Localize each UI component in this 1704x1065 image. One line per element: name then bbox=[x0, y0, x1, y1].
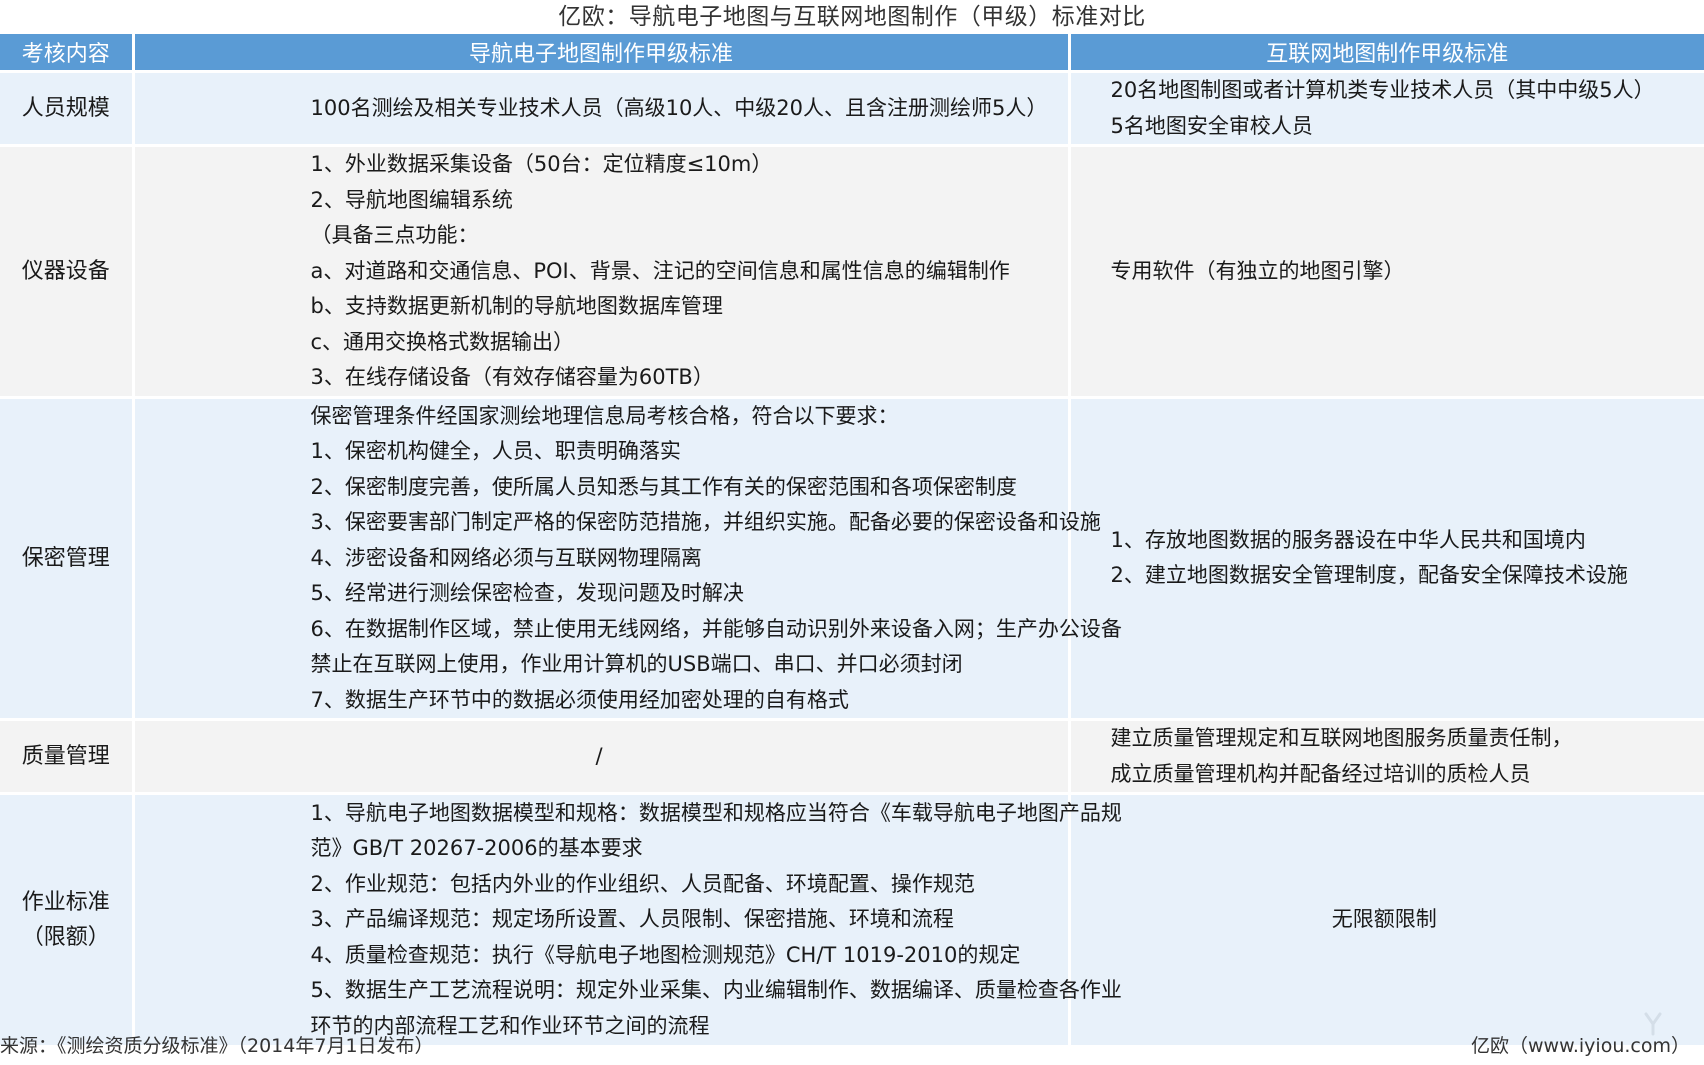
row-category: 质量管理 bbox=[0, 719, 135, 795]
category-line: 仪器设备 bbox=[21, 258, 110, 284]
web-line: 专用软件（有独立的地图引擎） bbox=[1110, 258, 1405, 283]
nav-line: 禁止在互联网上使用，作业用计算机的USB端口、串口、并口必须封闭 bbox=[310, 652, 963, 676]
table-row-quality: 质量管理 / 建立质量管理规定和互联网地图服务质量责任制， 成立质量管理机构并配… bbox=[0, 719, 1704, 795]
web-standard-cell: 20名地图制图或者计算机类专业技术人员（其中中级5人） 5名地图安全审校人员 bbox=[1069, 71, 1704, 147]
web-standard-cell: 无限额限制 bbox=[1069, 793, 1704, 1048]
nav-line: 2、作业规范：包括内外业的作业组织、人员配备、环境配置、操作规范 bbox=[310, 871, 975, 896]
nav-line: 5、经常进行测绘保密检查，发现问题及时解决 bbox=[310, 581, 744, 605]
category-line: 保密管理 bbox=[21, 545, 110, 571]
header-nav-standard: 导航电子地图制作甲级标准 bbox=[133, 34, 1071, 73]
nav-line: 1、导航电子地图数据模型和规格：数据模型和规格应当符合《车载导航电子地图产品规 bbox=[310, 800, 1122, 825]
nav-line: c、通用交换格式数据输出） bbox=[310, 329, 575, 354]
nav-line: （具备三点功能： bbox=[310, 223, 479, 247]
row-category: 人员规模 bbox=[0, 71, 135, 147]
table-row-equipment: 仪器设备 1、外业数据采集设备（50台：定位精度≤10m） 2、导航地图编辑系统… bbox=[0, 145, 1704, 399]
comparison-table: 考核内容 导航电子地图制作甲级标准 互联网地图制作甲级标准 人员规模 100名测… bbox=[0, 34, 1704, 1048]
nav-line: 100名测绘及相关专业技术人员（高级10人、中级20人、且含注册测绘师5人） bbox=[310, 95, 1048, 120]
nav-line: 1、外业数据采集设备（50台：定位精度≤10m） bbox=[310, 152, 773, 176]
table-row-work-standard: 作业标准 （限额） 1、导航电子地图数据模型和规格：数据模型和规格应当符合《车载… bbox=[0, 793, 1704, 1048]
nav-standard-cell: 1、外业数据采集设备（50台：定位精度≤10m） 2、导航地图编辑系统 （具备三… bbox=[133, 145, 1071, 399]
web-standard-cell: 专用软件（有独立的地图引擎） bbox=[1069, 145, 1704, 399]
nav-line: a、对道路和交通信息、POI、背景、注记的空间信息和属性信息的编辑制作 bbox=[310, 258, 1010, 283]
nav-line: 7、数据生产环节中的数据必须使用经加密处理的自有格式 bbox=[310, 687, 849, 712]
category-line: 人员规模 bbox=[21, 95, 110, 121]
nav-line: 3、产品编译规范：规定场所设置、人员限制、保密措施、环境和流程 bbox=[310, 907, 954, 932]
row-category: 仪器设备 bbox=[0, 145, 135, 399]
header-web-standard: 互联网地图制作甲级标准 bbox=[1069, 34, 1704, 73]
category-line: 作业标准 bbox=[21, 889, 110, 915]
category-line: 质量管理 bbox=[21, 743, 110, 769]
table-row-personnel: 人员规模 100名测绘及相关专业技术人员（高级10人、中级20人、且含注册测绘师… bbox=[0, 71, 1704, 147]
page: 亿欧：导航电子地图与互联网地图制作（甲级）标准对比 考核内容 导航电子地图制作甲… bbox=[0, 0, 1704, 1065]
web-line: 无限额限制 bbox=[1331, 907, 1437, 932]
nav-line: 4、涉密设备和网络必须与互联网物理隔离 bbox=[310, 545, 702, 570]
watermark-logo-icon bbox=[1644, 1012, 1662, 1036]
table-header-row: 考核内容 导航电子地图制作甲级标准 互联网地图制作甲级标准 bbox=[0, 34, 1704, 73]
nav-line: 3、保密要害部门制定严格的保密防范措施，并组织实施。配备必要的保密设备和设施 bbox=[310, 510, 1101, 534]
row-category: 保密管理 bbox=[0, 397, 135, 721]
web-standard-cell: 1、存放地图数据的服务器设在中华人民共和国境内 2、建立地图数据安全管理制度，配… bbox=[1069, 397, 1704, 721]
table-row-confidentiality: 保密管理 保密管理条件经国家测绘地理信息局考核合格，符合以下要求： 1、保密机构… bbox=[0, 397, 1704, 721]
nav-line: 2、导航地图编辑系统 bbox=[310, 187, 513, 212]
nav-line: / bbox=[595, 743, 603, 768]
source-note: 来源：《测绘资质分级标准》（2014年7月1日发布） bbox=[0, 1035, 434, 1057]
nav-line: 6、在数据制作区域，禁止使用无线网络，并能够自动识别外来设备入网；生产办公设备 bbox=[310, 616, 1122, 641]
nav-line: 4、质量检查规范：执行《导航电子地图检测规范》CH/T 1019-2010的规定 bbox=[310, 942, 1021, 967]
nav-line: b、支持数据更新机制的导航地图数据库管理 bbox=[310, 294, 723, 318]
nav-line: 2、保密制度完善，使所属人员知悉与其工作有关的保密范围和各项保密制度 bbox=[310, 474, 1017, 499]
nav-line: 保密管理条件经国家测绘地理信息局考核合格，符合以下要求： bbox=[310, 403, 899, 428]
web-line: 成立质量管理机构并配备经过培训的质检人员 bbox=[1110, 761, 1531, 786]
web-line: 1、存放地图数据的服务器设在中华人民共和国境内 bbox=[1110, 527, 1586, 552]
nav-line: 3、在线存储设备（有效存储容量为60TB） bbox=[310, 365, 714, 389]
nav-standard-cell: / bbox=[133, 719, 1071, 795]
web-line: 5名地图安全审校人员 bbox=[1110, 113, 1313, 138]
row-category: 作业标准 （限额） bbox=[0, 793, 135, 1048]
nav-line: 1、保密机构健全，人员、职责明确落实 bbox=[310, 439, 681, 463]
page-title: 亿欧：导航电子地图与互联网地图制作（甲级）标准对比 bbox=[558, 4, 1146, 30]
nav-standard-cell: 100名测绘及相关专业技术人员（高级10人、中级20人、且含注册测绘师5人） bbox=[133, 71, 1071, 147]
web-line: 2、建立地图数据安全管理制度，配备安全保障技术设施 bbox=[1110, 563, 1628, 588]
nav-standard-cell: 1、导航电子地图数据模型和规格：数据模型和规格应当符合《车载导航电子地图产品规 … bbox=[133, 793, 1122, 1048]
web-standard-cell: 建立质量管理规定和互联网地图服务质量责任制， 成立质量管理机构并配备经过培训的质… bbox=[1069, 719, 1704, 795]
nav-line: 5、数据生产工艺流程说明：规定外业采集、内业编辑制作、数据编译、质量检查各作业 bbox=[310, 978, 1122, 1003]
nav-standard-cell: 保密管理条件经国家测绘地理信息局考核合格，符合以下要求： 1、保密机构健全，人员… bbox=[133, 397, 1122, 721]
nav-line: 范》GB/T 20267-2006的基本要求 bbox=[310, 836, 643, 861]
web-line: 20名地图制图或者计算机类专业技术人员（其中中级5人） bbox=[1110, 78, 1655, 102]
header-category: 考核内容 bbox=[0, 34, 135, 73]
category-line: （限额） bbox=[21, 925, 110, 950]
web-line: 建立质量管理规定和互联网地图服务质量责任制， bbox=[1110, 726, 1573, 750]
